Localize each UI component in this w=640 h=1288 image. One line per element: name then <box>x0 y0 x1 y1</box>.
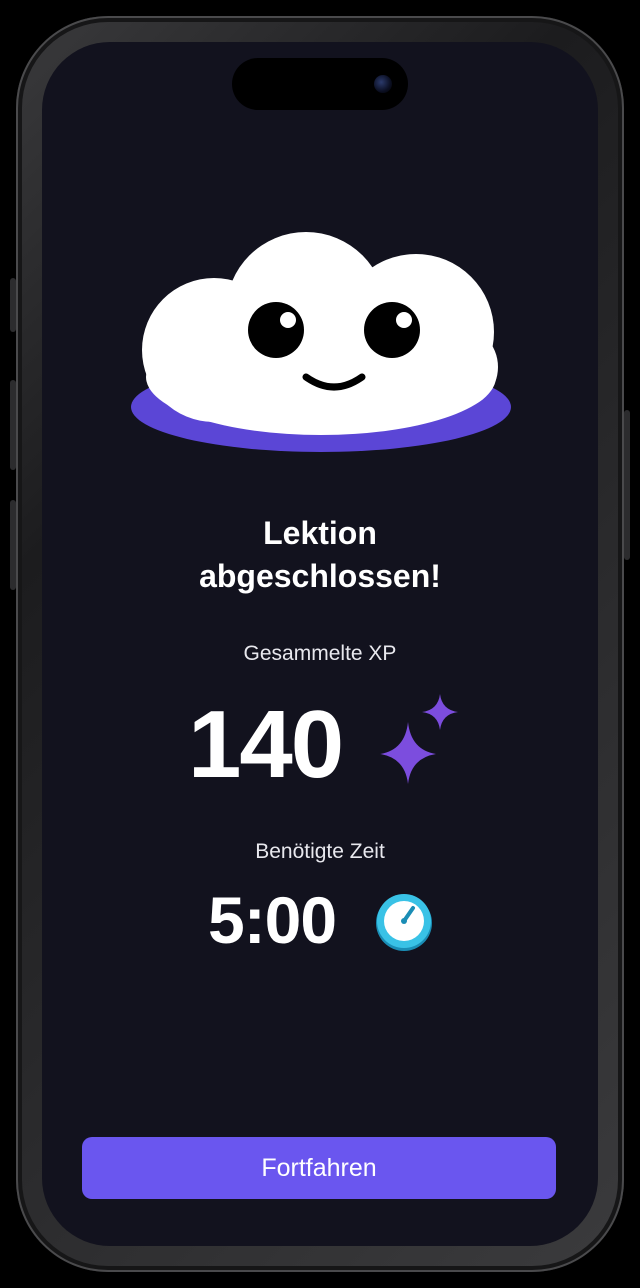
sparkle-icon <box>380 694 458 784</box>
action-button <box>10 278 16 332</box>
mascot-eye-right <box>364 302 420 358</box>
title-line-1: Lektion <box>263 515 377 551</box>
front-camera-icon <box>374 75 392 93</box>
xp-label: Gesammelte XP <box>243 642 397 665</box>
device-stage: Lektion abgeschlossen! Gesammelte XP 140… <box>0 0 640 1288</box>
xp-stat: 140 <box>42 692 598 802</box>
mascot-eye-left <box>248 302 304 358</box>
power-button <box>624 410 630 560</box>
volume-up-button <box>10 380 16 470</box>
app-screen: Lektion abgeschlossen! Gesammelte XP 140… <box>42 42 598 1246</box>
time-value: 5:00 <box>208 883 337 957</box>
continue-button[interactable]: Fortfahren <box>82 1137 556 1199</box>
time-stat: 5:00 <box>42 882 598 962</box>
time-label: Benötigte Zeit <box>255 840 385 863</box>
xp-value: 140 <box>188 691 344 798</box>
dynamic-island <box>232 58 408 110</box>
cloud-mascot-icon <box>131 232 511 452</box>
volume-down-button <box>10 500 16 590</box>
page-title: Lektion abgeschlossen! <box>42 512 598 598</box>
stopwatch-icon <box>376 894 432 951</box>
cloud-body <box>142 232 498 435</box>
title-line-2: abgeschlossen! <box>199 558 441 594</box>
